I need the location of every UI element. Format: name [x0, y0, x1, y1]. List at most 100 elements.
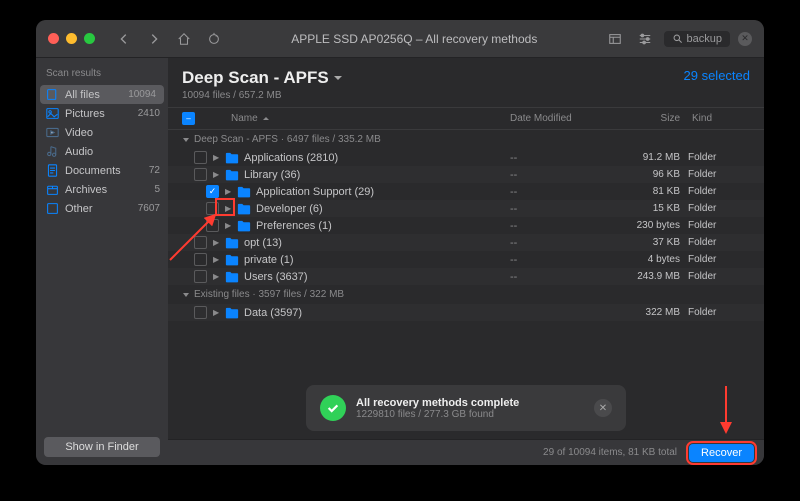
file-size: 91.2 MB [610, 152, 680, 163]
zoom-window-button[interactable] [84, 33, 95, 44]
file-kind: Folder [680, 220, 750, 231]
sidebar-item-label: All files [65, 89, 100, 101]
folder-icon [225, 237, 239, 249]
file-date: -- [510, 271, 610, 283]
file-row[interactable]: ▶Users (3637)--243.9 MBFolder [168, 268, 764, 285]
row-checkbox[interactable] [194, 168, 207, 181]
file-kind: Folder [680, 271, 750, 282]
titlebar: APPLE SSD AP0256Q – All recovery methods… [36, 20, 764, 58]
disclosure-arrow[interactable]: ▶ [213, 272, 223, 281]
file-kind: Folder [680, 254, 750, 265]
search-field[interactable]: backup [664, 31, 730, 47]
col-date[interactable]: Date Modified [510, 113, 610, 124]
file-kind: Folder [680, 152, 750, 163]
disclosure-arrow[interactable]: ▶ [213, 153, 223, 162]
sidebar-item-count: 10094 [128, 89, 156, 100]
group-header[interactable]: Deep Scan - APFS · 6497 files / 335.2 MB [168, 130, 764, 149]
scan-title[interactable]: Deep Scan - APFS [182, 68, 343, 88]
settings-button[interactable] [634, 28, 656, 50]
file-row[interactable]: ▶Developer (6)--15 KBFolder [168, 200, 764, 217]
sidebar-item-count: 7607 [138, 203, 160, 214]
row-checkbox[interactable] [194, 253, 207, 266]
file-size: 243.9 MB [610, 271, 680, 282]
file-row[interactable]: ▶Preferences (1)--230 bytesFolder [168, 217, 764, 234]
file-kind: Folder [680, 307, 750, 318]
file-size: 37 KB [610, 237, 680, 248]
disclosure-arrow[interactable]: ▶ [225, 204, 235, 213]
file-name: Application Support (29) [256, 186, 510, 198]
file-date: -- [510, 220, 610, 232]
file-size: 96 KB [610, 169, 680, 180]
file-name: opt (13) [244, 237, 510, 249]
back-button[interactable] [113, 28, 135, 50]
file-row[interactable]: ▶ Data (3597) 322 MBFolder [168, 304, 764, 321]
file-size: 4 bytes [610, 254, 680, 265]
video-icon [46, 126, 59, 139]
col-kind[interactable]: Kind [680, 113, 750, 124]
view-mode-button[interactable] [604, 28, 626, 50]
file-date: -- [510, 254, 610, 266]
scan-subtitle: 10094 files / 657.2 MB [182, 90, 343, 101]
file-name: Library (36) [244, 169, 510, 181]
rescan-button[interactable] [203, 28, 225, 50]
clear-search-button[interactable]: ✕ [738, 32, 752, 46]
sidebar-item-audio[interactable]: Audio [36, 142, 168, 161]
sidebar-item-count: 72 [149, 165, 160, 176]
folder-icon [237, 186, 251, 198]
row-checkbox[interactable] [194, 306, 207, 319]
recover-button[interactable]: Recover [689, 444, 754, 462]
file-size: 81 KB [610, 186, 680, 197]
file-kind: Folder [680, 237, 750, 248]
sidebar-item-other[interactable]: Other7607 [36, 199, 168, 218]
sidebar-heading: Scan results [36, 58, 168, 85]
audio-icon [46, 145, 59, 158]
select-all-checkbox[interactable]: – [182, 112, 195, 125]
row-checkbox[interactable] [194, 270, 207, 283]
row-checkbox[interactable] [206, 219, 219, 232]
app-window: APPLE SSD AP0256Q – All recovery methods… [36, 20, 764, 465]
row-checkbox[interactable] [194, 236, 207, 249]
disclosure-arrow[interactable]: ▶ [225, 187, 235, 196]
file-row[interactable]: ▶opt (13)--37 KBFolder [168, 234, 764, 251]
check-icon [320, 395, 346, 421]
row-checkbox[interactable] [206, 202, 219, 215]
traffic-lights [48, 33, 95, 44]
col-size[interactable]: Size [610, 113, 680, 124]
window-title: APPLE SSD AP0256Q – All recovery methods [233, 32, 596, 46]
row-checkbox[interactable]: ✓ [206, 185, 219, 198]
archive-icon [46, 183, 59, 196]
row-checkbox[interactable] [194, 151, 207, 164]
minimize-window-button[interactable] [66, 33, 77, 44]
file-name: Developer (6) [256, 203, 510, 215]
folder-icon [225, 307, 239, 319]
sidebar-item-documents[interactable]: Documents72 [36, 161, 168, 180]
toast-close-button[interactable]: ✕ [594, 399, 612, 417]
file-row[interactable]: ▶Library (36)--96 KBFolder [168, 166, 764, 183]
sidebar-item-pictures[interactable]: Pictures2410 [36, 104, 168, 123]
folder-icon [237, 220, 251, 232]
file-date: -- [510, 152, 610, 164]
disclosure-arrow[interactable]: ▶ [213, 308, 223, 317]
home-button[interactable] [173, 28, 195, 50]
main-panel: Deep Scan - APFS 10094 files / 657.2 MB … [168, 58, 764, 465]
sidebar-item-archives[interactable]: Archives5 [36, 180, 168, 199]
sidebar-item-all-files[interactable]: All files 10094 [40, 85, 164, 104]
file-row[interactable]: ▶private (1)--4 bytesFolder [168, 251, 764, 268]
file-row[interactable]: ✓▶Application Support (29)--81 KBFolder [168, 183, 764, 200]
file-row[interactable]: ▶Applications (2810)--91.2 MBFolder [168, 149, 764, 166]
disclosure-arrow[interactable]: ▶ [213, 238, 223, 247]
forward-button[interactable] [143, 28, 165, 50]
window-body: Scan results All files 10094 Pictures2410V… [36, 58, 764, 465]
close-window-button[interactable] [48, 33, 59, 44]
group-header[interactable]: Existing files · 3597 files / 322 MB [168, 285, 764, 304]
file-date: -- [510, 169, 610, 181]
file-size: 322 MB [610, 307, 680, 318]
selected-count[interactable]: 29 selected [684, 68, 751, 83]
disclosure-arrow[interactable]: ▶ [213, 170, 223, 179]
file-name: Data (3597) [244, 307, 510, 319]
col-name[interactable]: Name [203, 113, 510, 124]
sidebar-item-video[interactable]: Video [36, 123, 168, 142]
show-in-finder-button[interactable]: Show in Finder [44, 437, 160, 457]
disclosure-arrow[interactable]: ▶ [213, 255, 223, 264]
disclosure-arrow[interactable]: ▶ [225, 221, 235, 230]
